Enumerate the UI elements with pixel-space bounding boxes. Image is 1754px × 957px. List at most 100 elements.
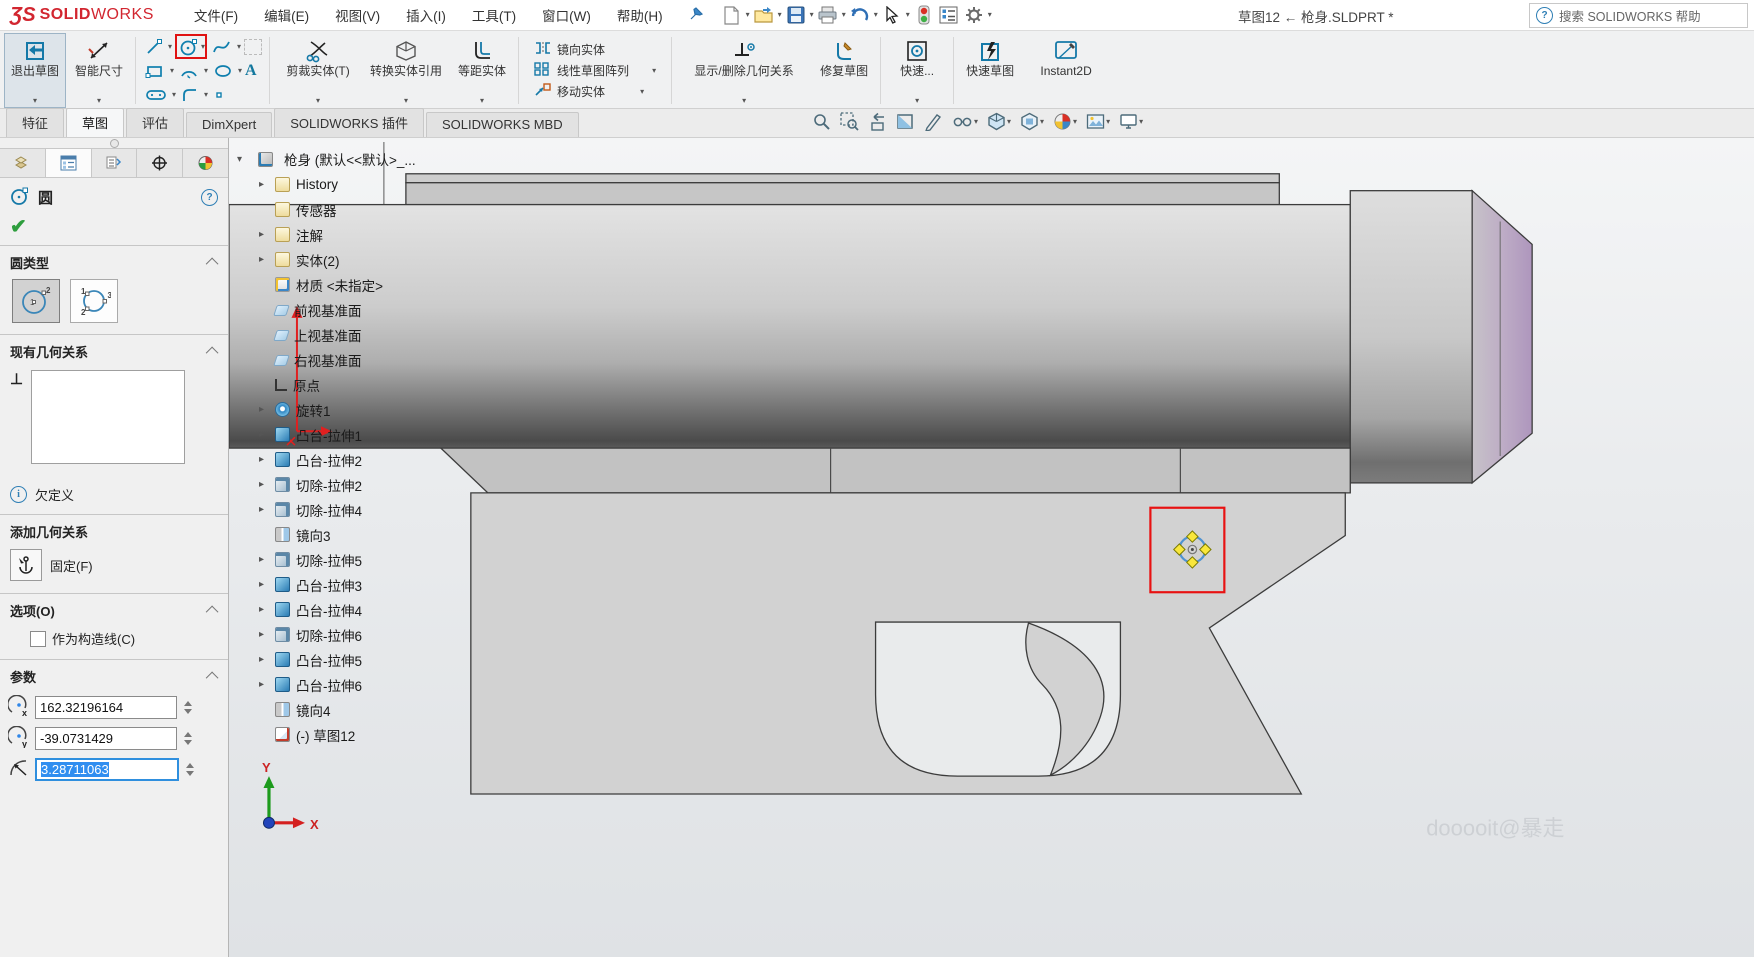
expand-arrow-icon[interactable]: ▸ (259, 679, 274, 690)
menu-窗口(W)[interactable]: 窗口(W) (542, 5, 591, 25)
tree-root-item[interactable]: ▾ 枪身 (默认<<默认>_... (237, 146, 416, 172)
tree-item-切除-拉伸5[interactable]: ▸切除-拉伸5 (259, 547, 416, 572)
hide-show-caret[interactable]: ▾ (974, 118, 978, 126)
tab-草图[interactable]: 草图 (66, 108, 124, 137)
radius-field[interactable]: 3.28711063 (35, 758, 179, 781)
line-tool-button[interactable] (143, 36, 165, 57)
tree-item-凸台-拉伸5[interactable]: ▸凸台-拉伸5 (259, 647, 416, 672)
instant2d-button[interactable]: Instant2D (1023, 33, 1109, 108)
section-view-icon[interactable] (896, 112, 915, 131)
expand-arrow-icon[interactable]: ▸ (259, 629, 274, 640)
tree-item-材质 <未指定>[interactable]: 材质 <未指定> (259, 272, 416, 297)
center-circle-type-button[interactable]: 12 (12, 279, 60, 323)
pin-icon[interactable] (689, 5, 705, 26)
expand-arrow-icon[interactable]: ▸ (259, 579, 274, 590)
open-icon[interactable] (753, 4, 775, 26)
gun-body-geometry[interactable] (229, 174, 1532, 794)
settings-gear-icon[interactable] (963, 4, 985, 26)
move-entities-caret[interactable]: ▾ (640, 88, 644, 96)
settings-caret[interactable]: ▾ (988, 11, 992, 19)
save-caret[interactable]: ▾ (810, 11, 814, 19)
tree-item-凸台-拉伸6[interactable]: ▸凸台-拉伸6 (259, 672, 416, 697)
construction-checkbox[interactable] (30, 631, 46, 647)
edit-appearance-caret[interactable]: ▾ (1073, 118, 1077, 126)
edit-appearance-icon[interactable]: ▾ (1053, 112, 1077, 131)
slide-rail-top[interactable] (406, 174, 1279, 183)
expand-arrow-icon[interactable]: ▸ (259, 554, 274, 565)
convert-entities-button[interactable]: 转换实体引用 ▾ (363, 33, 449, 108)
tree-item-注解[interactable]: ▸注解 (259, 222, 416, 247)
tree-item-原点[interactable]: 原点 (259, 372, 416, 397)
text-tool-button[interactable]: A (245, 62, 257, 80)
tab-displaymanager[interactable] (183, 149, 228, 177)
tree-item-切除-拉伸6[interactable]: ▸切除-拉伸6 (259, 622, 416, 647)
muzzle-block[interactable] (1350, 191, 1472, 483)
new-document-caret[interactable]: ▾ (746, 11, 750, 19)
mirror-entities-button[interactable]: 镜向实体 (528, 40, 662, 59)
spline-tool-button[interactable] (210, 36, 234, 57)
tab-评估[interactable]: 评估 (126, 108, 184, 137)
circle-tool-button[interactable] (177, 36, 201, 57)
expand-arrow-icon[interactable]: ▸ (259, 404, 274, 415)
menu-视图(V)[interactable]: 视图(V) (335, 5, 380, 25)
tab-configurationmanager[interactable] (92, 149, 138, 177)
exit-sketch-caret[interactable]: ▾ (33, 95, 37, 107)
collapse-chevron-icon[interactable] (206, 672, 219, 685)
rapid-sketch-button[interactable]: 快速草图 (959, 33, 1021, 108)
repair-sketch-button[interactable]: 修复草图 (813, 33, 875, 108)
ellipse-tool-caret[interactable]: ▾ (238, 67, 242, 75)
save-icon[interactable] (785, 4, 807, 26)
dynamic-annotation-icon[interactable] (924, 112, 943, 131)
tree-item-凸台-拉伸2[interactable]: ▸凸台-拉伸2 (259, 447, 416, 472)
open-caret[interactable]: ▾ (778, 11, 782, 19)
pm-help-icon[interactable]: ? (201, 189, 218, 206)
tree-item-镜向3[interactable]: 镜向3 (259, 522, 416, 547)
rebuild-icon[interactable] (913, 4, 935, 26)
tree-item-History[interactable]: ▸History (259, 172, 416, 197)
previous-view-icon[interactable] (868, 112, 887, 131)
tab-propertymanager[interactable] (46, 149, 92, 177)
tree-item-传感器[interactable]: 传感器 (259, 197, 416, 222)
expand-arrow-icon[interactable]: ▸ (259, 229, 274, 240)
panel-splitter[interactable] (0, 138, 228, 148)
collapse-chevron-icon[interactable] (206, 258, 219, 271)
collapse-chevron-icon[interactable] (206, 347, 219, 360)
arc-tool-caret[interactable]: ▾ (204, 67, 208, 75)
expand-arrow-icon[interactable]: ▸ (259, 504, 274, 515)
center-y-field[interactable] (35, 727, 177, 750)
trim-entities-button[interactable]: 剪裁实体(T) ▾ (275, 33, 361, 108)
slot-tool-caret[interactable]: ▾ (172, 91, 176, 99)
new-document-icon[interactable] (721, 4, 743, 26)
slot-tool-button[interactable] (143, 84, 169, 105)
menu-帮助(H)[interactable]: 帮助(H) (617, 5, 663, 25)
circle-tool-caret[interactable]: ▾ (201, 43, 205, 51)
expand-arrow-icon[interactable]: ▸ (259, 179, 274, 190)
exit-sketch-button[interactable]: 退出草图 ▾ (4, 33, 66, 108)
graphics-viewport[interactable]: Y X dooooit@暴走 ▾ 枪身 (默认<<默认>_... ▸Histor… (229, 138, 1754, 957)
display-delete-relations-caret[interactable]: ▾ (742, 95, 746, 107)
offset-entities-caret[interactable]: ▾ (480, 95, 484, 107)
print-icon[interactable] (817, 4, 839, 26)
view-orientation-caret[interactable]: ▾ (1040, 118, 1044, 126)
linear-pattern-caret[interactable]: ▾ (652, 67, 656, 75)
smart-dimension-caret[interactable]: ▾ (97, 95, 101, 107)
arc-tool-button[interactable] (177, 60, 201, 81)
fillet-tool-button[interactable] (179, 84, 201, 105)
linear-pattern-button[interactable]: 线性草图阵列 ▾ (528, 61, 662, 80)
expand-arrow-icon[interactable]: ▸ (259, 454, 274, 465)
tree-item-上视基准面[interactable]: 上视基准面 (259, 322, 416, 347)
menu-编辑(E)[interactable]: 编辑(E) (264, 5, 309, 25)
ellipse-tool-button[interactable] (211, 60, 235, 81)
frame-upper-band[interactable] (441, 448, 1350, 493)
tree-item-切除-拉伸4[interactable]: ▸切除-拉伸4 (259, 497, 416, 522)
view-settings-caret[interactable]: ▾ (1139, 118, 1143, 126)
radius-spinner[interactable] (186, 763, 194, 776)
rectangle-tool-button[interactable] (143, 60, 167, 81)
zoom-fit-icon[interactable] (812, 112, 831, 131)
tree-item-(-) 草图12[interactable]: (-) 草图12 (259, 722, 416, 747)
expand-arrow-icon[interactable]: ▸ (259, 654, 274, 665)
tree-item-实体(2)[interactable]: ▸实体(2) (259, 247, 416, 272)
zoom-area-icon[interactable] (840, 112, 859, 131)
ok-check-icon[interactable]: ✔ (10, 216, 27, 238)
undo-caret[interactable]: ▾ (874, 11, 878, 19)
